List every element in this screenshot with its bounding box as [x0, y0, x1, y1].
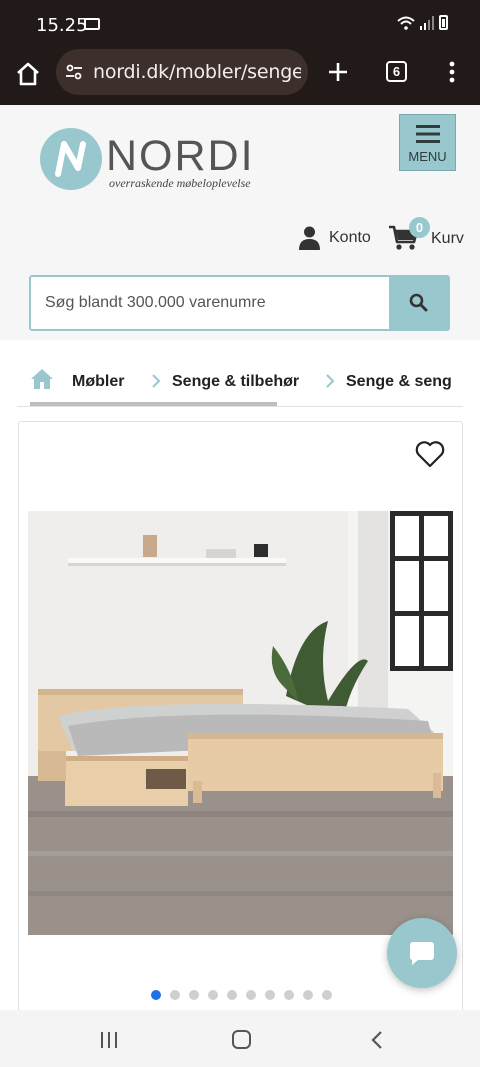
cart-count-badge: 0	[409, 217, 430, 238]
carousel-dot[interactable]	[208, 990, 218, 1000]
breadcrumb-item-senge[interactable]: Senge & seng	[346, 373, 452, 391]
chevron-right-icon	[326, 374, 335, 388]
product-image[interactable]	[28, 511, 453, 935]
site-header: NORDI overraskende møbeloplevelse MENU K…	[0, 105, 480, 340]
user-icon	[299, 226, 320, 250]
logo[interactable]: NORDI overraskende møbeloplevelse	[40, 128, 260, 192]
system-nav-bar	[0, 1010, 480, 1067]
breadcrumb-item-mobler[interactable]: Møbler	[72, 373, 124, 391]
heart-icon[interactable]	[415, 440, 445, 468]
recents-icon[interactable]	[99, 1031, 119, 1049]
screen-cast-icon	[84, 18, 100, 30]
search-input[interactable]	[31, 277, 391, 329]
home-button-icon[interactable]	[232, 1030, 251, 1049]
carousel-dot[interactable]	[151, 990, 161, 1000]
carousel-dot[interactable]	[322, 990, 332, 1000]
status-bar: 15.25	[0, 0, 480, 48]
chevron-right-icon	[152, 374, 161, 388]
carousel-dot[interactable]	[246, 990, 256, 1000]
carousel-dot[interactable]	[227, 990, 237, 1000]
chat-icon	[409, 942, 434, 965]
carousel-dot[interactable]	[265, 990, 275, 1000]
menu-button[interactable]: MENU	[399, 114, 456, 171]
carousel-dot[interactable]	[303, 990, 313, 1000]
logo-text: NORDI	[106, 132, 255, 180]
search-form	[29, 275, 450, 331]
tune-icon[interactable]	[65, 63, 83, 81]
account-label: Konto	[329, 229, 371, 246]
chat-button[interactable]	[387, 918, 457, 988]
image-carousel-dots	[151, 990, 332, 1000]
plus-icon[interactable]	[326, 60, 350, 84]
status-time: 15.25	[36, 15, 88, 36]
hamburger-icon	[416, 125, 440, 143]
search-button[interactable]	[389, 277, 448, 329]
menu-label: MENU	[408, 149, 447, 164]
battery-icon	[439, 15, 448, 30]
kebab-icon[interactable]	[444, 60, 460, 84]
signal-icon	[420, 15, 434, 30]
browser-toolbar: nordi.dk/mobler/senge- 6	[0, 48, 480, 105]
home-icon[interactable]	[30, 368, 54, 390]
carousel-dot[interactable]	[284, 990, 294, 1000]
search-icon	[409, 293, 428, 312]
tabs-icon[interactable]: 6	[386, 61, 407, 82]
breadcrumb-item-senge-tilbehor[interactable]: Senge & tilbehør	[172, 373, 299, 391]
wifi-icon	[397, 16, 415, 30]
cart-label: Kurv	[431, 230, 464, 247]
logo-tagline: overraskende møbeloplevelse	[109, 176, 251, 190]
carousel-dot[interactable]	[170, 990, 180, 1000]
status-icons	[397, 15, 448, 30]
url-text[interactable]: nordi.dk/mobler/senge-	[93, 61, 301, 83]
address-bar[interactable]: nordi.dk/mobler/senge-	[56, 49, 308, 95]
carousel-dot[interactable]	[189, 990, 199, 1000]
home-icon[interactable]	[14, 60, 42, 88]
logo-mark	[40, 128, 102, 190]
account-link[interactable]: Konto	[299, 225, 371, 251]
divider	[17, 406, 463, 407]
back-icon[interactable]	[370, 1030, 384, 1050]
